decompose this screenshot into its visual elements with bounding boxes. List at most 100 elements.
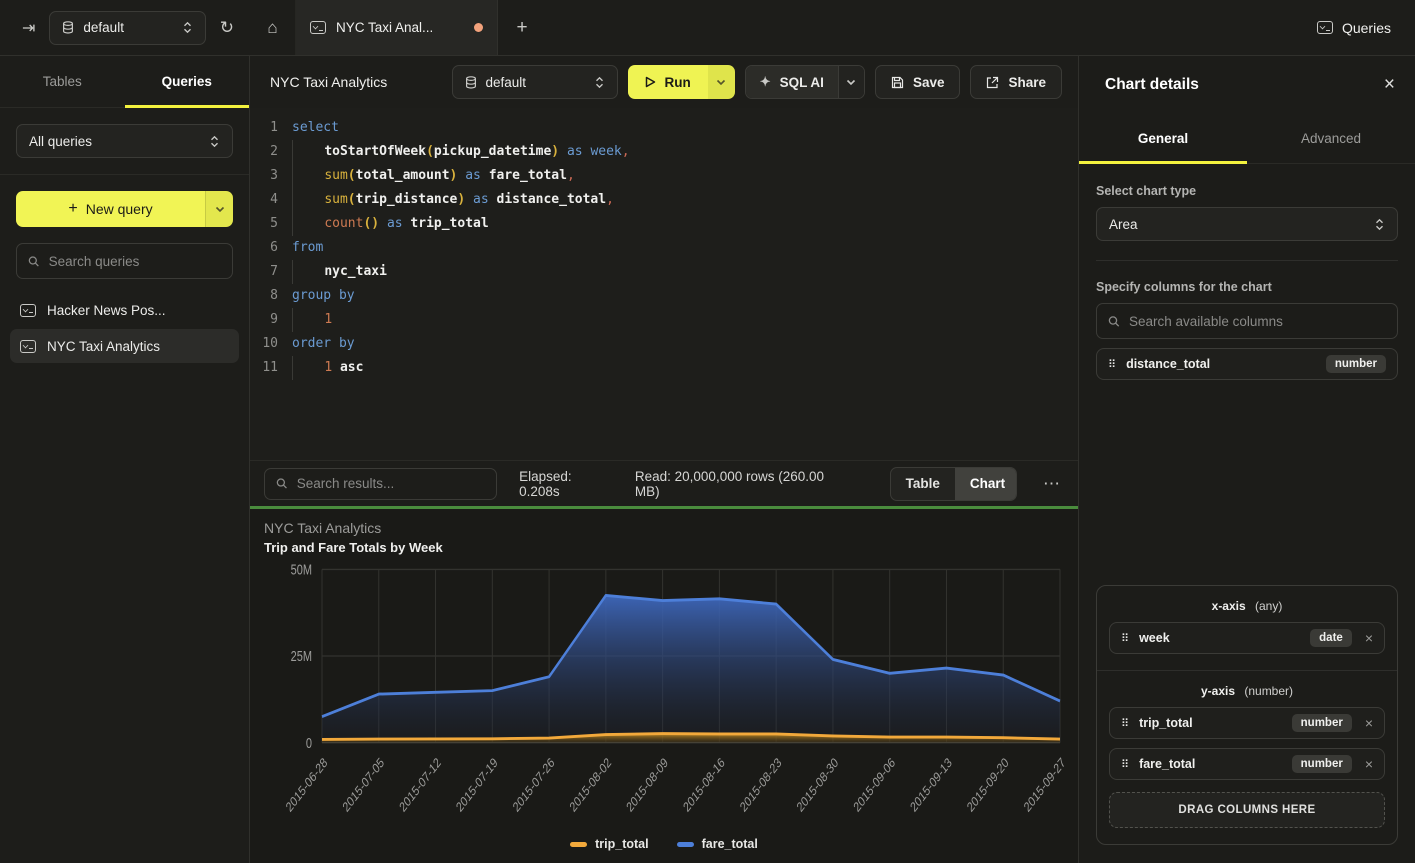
run-button[interactable]: Run xyxy=(628,65,735,99)
top-bar: ⇥ default ↻ ⌂ NYC Taxi Anal... + Queries xyxy=(0,0,1415,56)
sql-editor[interactable]: 1select2 toStartOfWeek(pickup_datetime) … xyxy=(250,108,1078,460)
query-list-item-nyc-taxi[interactable]: NYC Taxi Analytics xyxy=(10,329,239,363)
svg-text:2015-07-05: 2015-07-05 xyxy=(340,754,387,815)
read-stat: Read: 20,000,000 rows (260.00 MB) xyxy=(635,469,846,499)
svg-text:2015-08-02: 2015-08-02 xyxy=(567,754,614,815)
new-tab-button[interactable]: + xyxy=(498,0,546,55)
query-filter-select[interactable]: All queries xyxy=(16,124,233,158)
line-number: 7 xyxy=(250,260,292,284)
more-options-icon[interactable]: ⋯ xyxy=(1039,474,1064,494)
svg-text:2015-08-16: 2015-08-16 xyxy=(681,754,728,815)
column-type-badge: number xyxy=(1326,355,1386,373)
columns-search-input[interactable] xyxy=(1129,314,1386,329)
drag-handle-icon[interactable]: ⠿ xyxy=(1121,632,1128,645)
new-query-caret[interactable] xyxy=(205,191,233,227)
chevron-updown-icon xyxy=(594,76,605,89)
query-filter-row: All queries xyxy=(0,108,249,175)
drag-handle-icon[interactable]: ⠿ xyxy=(1121,717,1128,730)
remove-column-icon[interactable]: × xyxy=(1363,715,1373,731)
y-axis-hint: (number) xyxy=(1244,684,1293,698)
share-label: Share xyxy=(1008,75,1046,90)
search-icon xyxy=(1108,315,1120,328)
query-search-box[interactable] xyxy=(16,243,233,279)
new-query-label: New query xyxy=(86,201,153,217)
y-axis-header: y-axis (number) xyxy=(1109,684,1385,698)
chevron-down-icon xyxy=(716,79,726,86)
area-chart[interactable]: 025M50M2015-06-282015-07-052015-07-12201… xyxy=(264,559,1064,835)
legend-item-trip_total[interactable]: trip_total xyxy=(570,837,648,851)
column-name: distance_total xyxy=(1126,357,1315,371)
chart-view-tab[interactable]: Chart xyxy=(955,468,1017,500)
chevron-updown-icon xyxy=(1374,218,1385,231)
save-icon xyxy=(891,76,904,89)
drag-handle-icon[interactable]: ⠿ xyxy=(1121,758,1128,771)
results-view-toggle: Table Chart xyxy=(890,467,1017,501)
run-caret[interactable] xyxy=(708,65,735,99)
save-button[interactable]: Save xyxy=(875,65,961,99)
refresh-icon[interactable]: ↻ xyxy=(220,18,234,38)
editor-database-selector[interactable]: default xyxy=(452,65,618,99)
share-button[interactable]: Share xyxy=(970,65,1062,99)
remove-column-icon[interactable]: × xyxy=(1363,756,1373,772)
play-icon xyxy=(645,76,656,88)
legend-item-fare_total[interactable]: fare_total xyxy=(677,837,758,851)
panel-body: Select chart type Area Specify columns f… xyxy=(1079,164,1415,863)
save-label: Save xyxy=(913,75,945,90)
results-search-input[interactable] xyxy=(297,476,485,491)
code-line: 10order by xyxy=(250,332,1078,356)
queries-top-button[interactable]: Queries xyxy=(1317,20,1391,36)
svg-text:50M: 50M xyxy=(291,561,312,578)
drag-handle-icon[interactable]: ⠿ xyxy=(1108,358,1115,371)
collapse-sidebar-icon[interactable]: ⇥ xyxy=(22,18,35,38)
query-search-input[interactable] xyxy=(49,254,221,269)
remove-column-icon[interactable]: × xyxy=(1363,630,1373,646)
home-button[interactable]: ⌂ xyxy=(250,0,296,55)
y-axis-column-fare-total[interactable]: ⠿ fare_total number × xyxy=(1109,748,1385,780)
new-query-button[interactable]: + New query xyxy=(16,191,233,227)
tab-general[interactable]: General xyxy=(1079,114,1247,163)
table-view-tab[interactable]: Table xyxy=(891,468,955,500)
query-list-item-hacker-news[interactable]: Hacker News Pos... xyxy=(10,293,239,327)
sidebar-tab-queries[interactable]: Queries xyxy=(125,56,250,107)
svg-text:2015-07-19: 2015-07-19 xyxy=(454,754,501,815)
legend-swatch xyxy=(677,842,694,847)
chart-type-select[interactable]: Area xyxy=(1096,207,1398,241)
query-list: Hacker News Pos... NYC Taxi Analytics xyxy=(0,279,249,377)
chevron-updown-icon xyxy=(182,21,193,34)
line-number: 4 xyxy=(250,188,292,212)
available-column-distance-total[interactable]: ⠿ distance_total number xyxy=(1096,348,1398,380)
query-terminal-icon xyxy=(20,340,36,353)
tab-nyc-taxi-analytics[interactable]: NYC Taxi Anal... xyxy=(296,0,498,55)
unsaved-dot xyxy=(474,23,483,32)
plus-icon: + xyxy=(68,200,77,218)
sidebar-tab-tables[interactable]: Tables xyxy=(0,56,125,107)
x-axis-column-week[interactable]: ⠿ week date × xyxy=(1109,622,1385,654)
code-line: 7 nyc_taxi xyxy=(250,260,1078,284)
columns-label: Specify columns for the chart xyxy=(1096,280,1398,294)
editor-database-value: default xyxy=(486,75,585,90)
svg-text:0: 0 xyxy=(306,734,312,751)
queries-top-label: Queries xyxy=(1342,20,1391,36)
line-number: 10 xyxy=(250,332,292,356)
legend-swatch xyxy=(570,842,587,847)
drag-columns-drop-zone[interactable]: DRAG COLUMNS HERE xyxy=(1109,792,1385,828)
chevron-updown-icon xyxy=(209,135,220,148)
code-line: 1select xyxy=(250,116,1078,140)
elapsed-stat: Elapsed: 0.208s xyxy=(519,469,613,499)
sql-ai-label: SQL AI xyxy=(780,75,824,90)
sparkles-icon: ✦ xyxy=(760,74,771,90)
svg-text:25M: 25M xyxy=(291,648,312,665)
sql-ai-caret[interactable] xyxy=(838,66,864,98)
tab-advanced[interactable]: Advanced xyxy=(1247,114,1415,163)
results-toolbar: Elapsed: 0.208s Read: 20,000,000 rows (2… xyxy=(250,460,1078,506)
query-terminal-icon xyxy=(310,21,326,34)
columns-search-box[interactable] xyxy=(1096,303,1398,339)
legend-label: fare_total xyxy=(702,837,758,851)
database-selector[interactable]: default xyxy=(49,11,205,45)
y-axis-column-trip-total[interactable]: ⠿ trip_total number × xyxy=(1109,707,1385,739)
svg-text:2015-09-27: 2015-09-27 xyxy=(1021,754,1064,815)
line-number: 6 xyxy=(250,236,292,260)
close-icon[interactable]: × xyxy=(1384,74,1395,96)
results-search-box[interactable] xyxy=(264,468,497,500)
sql-ai-button[interactable]: ✦ SQL AI xyxy=(745,65,865,99)
